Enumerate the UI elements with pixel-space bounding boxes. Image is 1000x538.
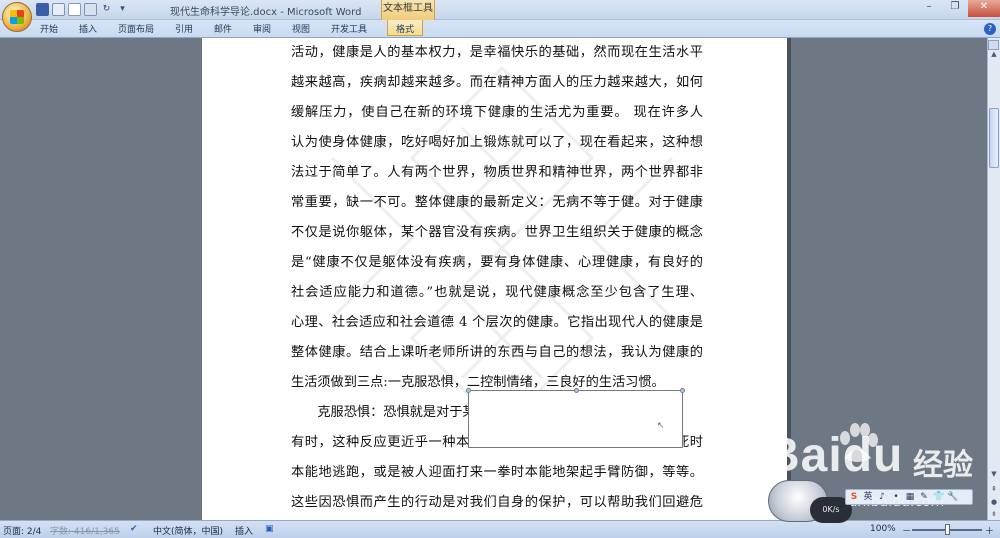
ime-voice-icon[interactable]: ♪ (877, 492, 887, 502)
text-line: 整体健康。结合上课听老师所讲的东西与自己的想法，我认为健康的 (291, 345, 703, 360)
text-line: 心理、社会适应和社会道德 4 个层次的健康。它指出现代人的健康是 (291, 315, 703, 330)
text-line: 这些因恐惧而产生的行动是对我们自身的保护，可以帮助我们回避危 (291, 495, 703, 510)
close-button[interactable]: ✕ (968, 0, 1000, 17)
window-title: 现代生命科学导论.docx - Microsoft Word (170, 7, 362, 18)
redo-icon[interactable]: ↻ (100, 3, 113, 16)
office-button[interactable] (2, 2, 32, 32)
proofing-icon[interactable]: ✔ (130, 524, 138, 534)
ime-english-icon[interactable]: 英 (863, 492, 873, 502)
text-box[interactable]: ↖ (466, 388, 685, 448)
text-line: 缓解压力，使自己在新的环境下健康的生活尤为重要。 现在许多人 (291, 105, 703, 120)
text-line: 活动，健康是人的基本权力，是幸福快乐的基础，然而现在生活水平 (291, 45, 703, 60)
text-line: 社会适应能力和道德。”也就是说，现代健康概念至少包含了生理、 (291, 285, 703, 300)
restore-button[interactable]: ❐ (942, 0, 968, 17)
ime-handwriting-icon[interactable]: ✎ (919, 492, 929, 502)
print-preview-icon[interactable] (84, 3, 97, 16)
ruler-toggle-icon[interactable] (988, 40, 999, 50)
text-line: 本能地逃跑，或是被人迎面打来一拳时本能地架起手臂防御，等等。 (291, 465, 703, 480)
tab-page-layout[interactable]: 页面布局 (118, 22, 154, 35)
tab-developer[interactable]: 开发工具 (331, 22, 367, 35)
macro-icon[interactable]: ▣ (265, 524, 274, 534)
quick-access-toolbar: ↻ ▾ (36, 3, 129, 16)
resize-handle[interactable] (680, 388, 685, 393)
ribbon-tabs: 开始 插入 页面布局 引用 邮件 审阅 视图 开发工具 格式 ? (0, 20, 1000, 38)
scroll-thumb[interactable] (989, 108, 999, 168)
text-line: 不仅是说你躯体，某个器官没有疾病。世界卫生组织关于健康的概念 (291, 225, 703, 240)
tab-references[interactable]: 引用 (175, 22, 193, 35)
help-icon[interactable]: ? (984, 23, 996, 35)
ime-keyboard-icon[interactable]: ▦ (905, 492, 915, 502)
ime-skin-icon[interactable]: 👕 (933, 492, 944, 502)
baidu-brand: Baidu (765, 429, 904, 482)
ime-floating-toolbar[interactable]: S 英 ♪ • ▦ ✎ 👕 🔧 (845, 489, 973, 505)
window-controls: – ❐ ✕ (916, 0, 1000, 17)
page-indicator[interactable]: 页面: 2/4 (3, 524, 41, 537)
document-page[interactable]: 活动，健康是人的基本权力，是幸福快乐的基础，然而现在生活水平 越来越高，疾病却越… (202, 38, 787, 520)
ime-punctuation-icon[interactable]: • (891, 492, 901, 502)
sogou-icon[interactable]: S (849, 492, 859, 502)
minimize-button[interactable]: – (916, 0, 942, 17)
resize-handle[interactable] (574, 388, 579, 393)
ime-settings-icon[interactable]: 🔧 (947, 492, 958, 502)
text-cursor-icon: ↖ (657, 421, 665, 431)
tab-review[interactable]: 审阅 (253, 22, 271, 35)
customize-qat-icon[interactable]: ▾ (116, 3, 129, 16)
new-document-icon[interactable] (68, 3, 81, 16)
baidu-jingyan-text: 经验 (913, 448, 973, 483)
text-line: 法过于简单了。人有两个世界，物质世界和精神世界，两个世界都非 (291, 165, 703, 180)
tab-view[interactable]: 视图 (292, 22, 310, 35)
resize-handle[interactable] (466, 388, 471, 393)
undo-icon[interactable] (52, 3, 65, 16)
textbox-tools-label: 文本框工具 (381, 0, 435, 20)
text-line: 是“健康不仅是躯体没有疾病，要有身体健康、心理健康，有良好的 (291, 255, 703, 270)
save-icon[interactable] (36, 3, 49, 16)
word-count[interactable]: 字数: 416/1,365 (50, 524, 120, 537)
tab-home[interactable]: 开始 (40, 22, 58, 35)
text-line: 常重要，缺一不可。整体健康的最新定义：无病不等于健。对于健康 (291, 195, 703, 210)
text-line: 认为使身体健康，吃好喝好加上锻炼就可以了，现在看起来，这种想 (291, 135, 703, 150)
language-indicator[interactable]: 中文(简体，中国) (153, 524, 223, 537)
tab-insert[interactable]: 插入 (79, 22, 97, 35)
insert-mode[interactable]: 插入 (235, 524, 253, 537)
office-logo-icon (10, 10, 24, 24)
title-bar: ↻ ▾ 现代生命科学导论.docx - Microsoft Word 文本框工具… (0, 0, 1000, 20)
tab-mailings[interactable]: 邮件 (214, 22, 232, 35)
text-line: 越来越高，疾病却越来越多。而在精神方面人的压力越来越大，如何 (291, 75, 703, 90)
tab-format[interactable]: 格式 (387, 20, 424, 36)
